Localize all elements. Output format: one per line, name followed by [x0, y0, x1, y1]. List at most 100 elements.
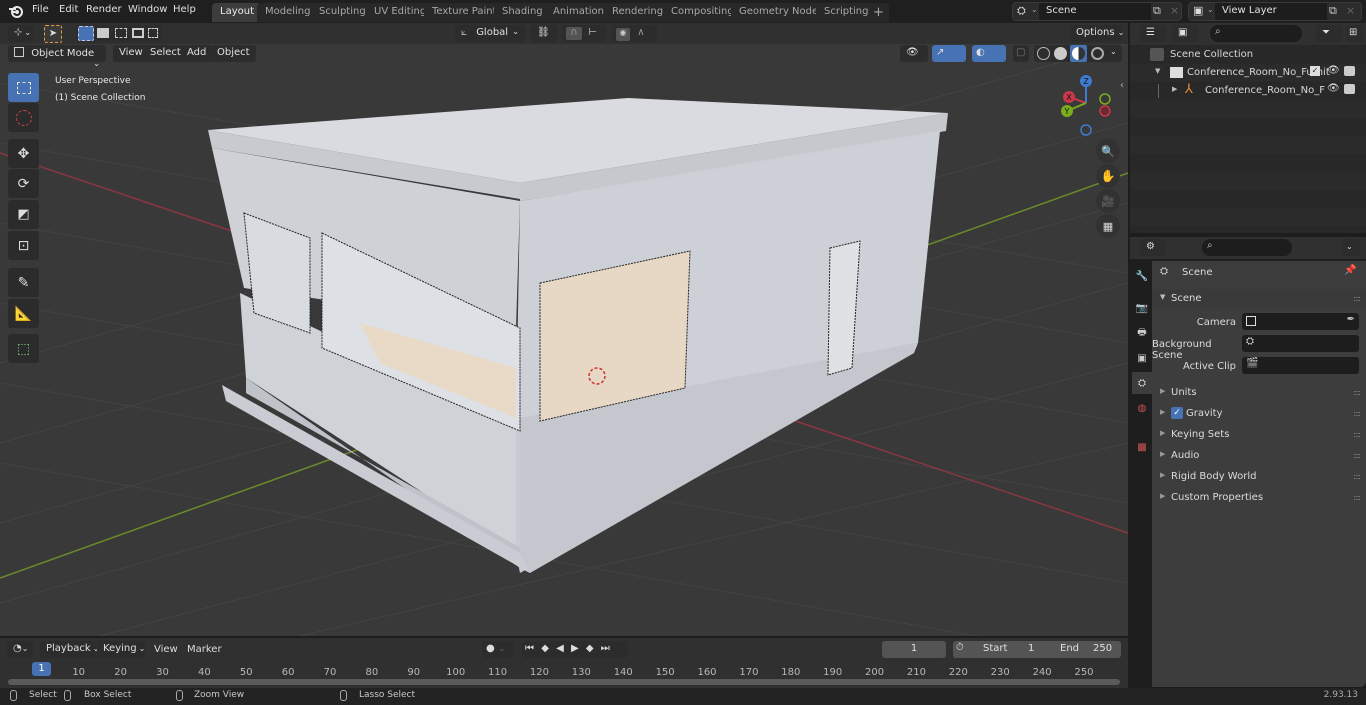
- tab-tool[interactable]: 🔧: [1132, 265, 1152, 287]
- tool-select-box[interactable]: [8, 73, 39, 102]
- mode-extend-selection-icon[interactable]: [97, 28, 109, 38]
- add-workspace-plus-icon[interactable]: +: [868, 3, 889, 22]
- menu-file[interactable]: File: [32, 4, 49, 15]
- tab-view-layer[interactable]: ▣: [1132, 347, 1152, 369]
- tab-sculpting[interactable]: Sculpting: [311, 3, 374, 22]
- scene-selector[interactable]: ⛭ ⌄ Scene ⧉ ×: [1012, 2, 1182, 21]
- tab-texture-paint[interactable]: Texture Paint: [424, 3, 505, 22]
- transform-orientation-dropdown[interactable]: ⟀ Global ⌄: [455, 25, 525, 42]
- properties-options-dropdown[interactable]: ⌄: [1342, 239, 1360, 256]
- tool-add-cube[interactable]: ⬚: [8, 334, 39, 363]
- duplicate-scene-icon[interactable]: ⧉: [1153, 4, 1161, 18]
- tab-rendering[interactable]: Rendering: [604, 3, 672, 22]
- playback-dropdown[interactable]: Playback ⌄: [40, 641, 99, 658]
- 3d-viewport[interactable]: ⊹ ⌄ ➤ ⟀ Global ⌄ ⛓ ∩ ⊢ ◉ ∧ Options ⌄ Objec…: [0, 23, 1128, 636]
- view-layer-selector[interactable]: ▣ ⌄ View Layer ⧉ ×: [1188, 2, 1362, 21]
- current-frame-field[interactable]: 1: [882, 641, 946, 658]
- navigation-gizmo[interactable]: Z X Y: [1055, 75, 1117, 137]
- outliner-search-input[interactable]: ⌕: [1210, 25, 1302, 42]
- tab-animation[interactable]: Animation: [545, 3, 612, 22]
- start-value[interactable]: 1: [1028, 643, 1034, 654]
- next-keyframe-icon[interactable]: ◆: [586, 643, 594, 654]
- camera-view-button[interactable]: 🎥: [1096, 189, 1120, 213]
- camera-field[interactable]: ✒: [1242, 313, 1359, 330]
- xray-toggle[interactable]: ▢: [1013, 45, 1029, 62]
- wireframe-shading-icon[interactable]: [1037, 47, 1050, 60]
- timeline-editor-type[interactable]: ◔⌄: [7, 641, 33, 658]
- mode-subtract-selection-icon[interactable]: [115, 28, 127, 38]
- drag-grip-icon[interactable]: ::::: [1353, 409, 1361, 418]
- tab-shading[interactable]: Shading: [494, 3, 551, 22]
- rendered-shading-icon[interactable]: [1091, 47, 1104, 60]
- new-collection-button[interactable]: ⊞: [1346, 25, 1364, 42]
- close-icon[interactable]: ×: [1346, 4, 1355, 17]
- tab-world[interactable]: ◍: [1132, 397, 1152, 419]
- timeline-scrollbar[interactable]: [8, 679, 1120, 685]
- subpanel-keying-sets[interactable]: ▶ Keying Sets ::::: [1152, 425, 1366, 445]
- options-dropdown[interactable]: Options ⌄: [1070, 25, 1124, 42]
- perspective-toggle-button[interactable]: ▦: [1096, 214, 1120, 238]
- snap-toggle-magnet-icon[interactable]: ∩: [566, 27, 582, 40]
- menu-help[interactable]: Help: [173, 4, 196, 15]
- background-scene-field[interactable]: ⛭: [1242, 335, 1359, 352]
- material-preview-shading-icon[interactable]: [1070, 45, 1087, 62]
- end-label[interactable]: End: [1060, 643, 1079, 654]
- render-camera-icon[interactable]: [1344, 84, 1355, 94]
- subpanel-units[interactable]: ▶ Units ::::: [1152, 383, 1366, 403]
- falloff-curve-icon[interactable]: ∧: [637, 27, 644, 38]
- pin-icon[interactable]: 📌: [1344, 265, 1356, 276]
- playhead[interactable]: 1: [32, 662, 51, 676]
- render-camera-icon[interactable]: [1344, 66, 1355, 76]
- tool-move[interactable]: ✥: [8, 139, 39, 168]
- pan-view-button[interactable]: ✋: [1096, 164, 1120, 188]
- mode-invert-selection-icon[interactable]: [132, 28, 144, 38]
- tab-layout[interactable]: Layout: [212, 3, 262, 22]
- filter-dropdown[interactable]: ⏷: [1316, 25, 1342, 42]
- menu-render[interactable]: Render: [86, 4, 122, 15]
- prev-keyframe-icon[interactable]: ◆: [541, 643, 549, 654]
- panel-scene-header[interactable]: ▼ Scene ::::: [1152, 289, 1366, 309]
- gizmo-toggle[interactable]: ↗: [932, 45, 966, 62]
- exclude-checkbox[interactable]: ✓: [1310, 66, 1320, 76]
- tab-output[interactable]: 🖶: [1132, 322, 1152, 344]
- close-icon[interactable]: ×: [1170, 4, 1179, 17]
- drag-grip-icon[interactable]: ::::: [1353, 388, 1361, 397]
- active-clip-field[interactable]: 🎬: [1242, 357, 1359, 374]
- editor-type-button[interactable]: ⊹ ⌄: [8, 25, 34, 42]
- subpanel-audio[interactable]: ▶ Audio ::::: [1152, 446, 1366, 466]
- tool-cursor[interactable]: [8, 103, 39, 132]
- play-reverse-icon[interactable]: ◀: [556, 643, 564, 654]
- menu-window[interactable]: Window: [128, 4, 167, 15]
- tool-scale[interactable]: ◩: [8, 200, 39, 229]
- eyedropper-icon[interactable]: ✒: [1347, 314, 1355, 325]
- subpanel-custom-properties[interactable]: ▶ Custom Properties ::::: [1152, 488, 1366, 508]
- display-mode-dropdown[interactable]: ▣: [1172, 25, 1198, 42]
- drag-grip-icon[interactable]: ::::: [1353, 451, 1361, 460]
- jump-end-icon[interactable]: ⏭: [601, 643, 610, 654]
- keying-dropdown[interactable]: Keying ⌄: [97, 641, 145, 658]
- drag-grip-icon[interactable]: ::::: [1353, 430, 1361, 439]
- tool-measure[interactable]: 📐: [8, 299, 39, 328]
- end-value[interactable]: 250: [1093, 643, 1112, 654]
- tab-scene[interactable]: ⛭: [1132, 372, 1152, 394]
- auto-keying-group[interactable]: ● ⌄: [482, 641, 514, 658]
- snap-increment-icon[interactable]: ⊢: [588, 27, 597, 38]
- viewport-menu-add[interactable]: Add: [181, 45, 213, 62]
- mode-intersect-selection-icon[interactable]: [148, 28, 158, 38]
- chevron-down-icon[interactable]: ⌄: [1110, 47, 1117, 56]
- pivot-point-dropdown[interactable]: ⛓: [531, 25, 557, 42]
- mode-dropdown[interactable]: Object Mode ⌄: [8, 45, 106, 68]
- gravity-checkbox[interactable]: ✓: [1171, 407, 1183, 419]
- viewport-menu-object[interactable]: Object: [211, 45, 256, 62]
- tool-transform[interactable]: ⊡: [8, 231, 39, 260]
- visibility-dropdown[interactable]: 👁: [900, 45, 928, 62]
- timeline-menu-marker[interactable]: Marker: [187, 644, 222, 655]
- subpanel-gravity[interactable]: ▶ ✓ Gravity ::::: [1152, 404, 1366, 424]
- eye-icon[interactable]: 👁: [1327, 83, 1340, 94]
- sidebar-toggle-chevron-icon[interactable]: ‹: [1120, 80, 1124, 91]
- outliner-editor-type[interactable]: ☰: [1140, 25, 1166, 42]
- tab-render[interactable]: 📷: [1132, 297, 1152, 319]
- properties-editor-type[interactable]: ⚙: [1140, 239, 1166, 256]
- subpanel-rigid-body-world[interactable]: ▶ Rigid Body World ::::: [1152, 467, 1366, 487]
- overlay-toggle[interactable]: ◐: [972, 45, 1006, 62]
